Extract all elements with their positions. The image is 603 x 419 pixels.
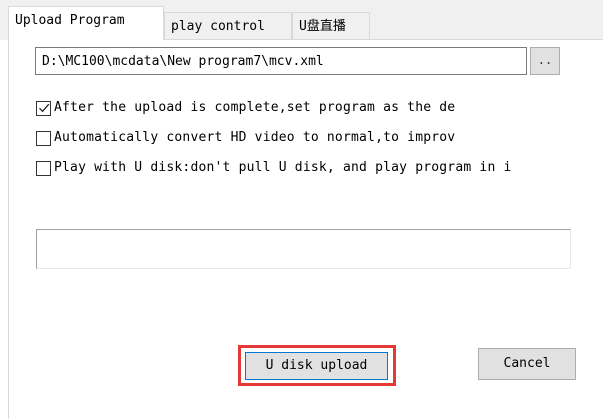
tab-play-control[interactable]: play control xyxy=(164,12,292,40)
highlight-frame: U disk upload xyxy=(238,345,396,386)
program-path-input[interactable] xyxy=(35,47,527,75)
play-u-disk-checkbox[interactable] xyxy=(36,160,51,176)
tab-u-disk-live[interactable]: U盘直播 xyxy=(292,12,370,40)
browse-button[interactable]: .. xyxy=(530,47,560,75)
option-label: After the upload is complete,set program… xyxy=(54,100,456,115)
u-disk-upload-button[interactable]: U disk upload xyxy=(245,352,388,380)
checkmark-icon xyxy=(39,103,50,112)
cancel-button[interactable]: Cancel xyxy=(478,348,576,380)
option-convert-hd-video[interactable]: Automatically convert HD video to normal… xyxy=(36,128,566,148)
option-set-default-program[interactable]: After the upload is complete,set program… xyxy=(36,98,566,118)
tab-upload-program[interactable]: Upload Program xyxy=(8,6,164,40)
upload-dialog: Upload Program play control U盘直播 .. Afte… xyxy=(0,0,603,419)
option-play-with-u-disk[interactable]: Play with U disk:don't pull U disk, and … xyxy=(36,158,603,178)
upload-progress-bar xyxy=(36,229,571,269)
tab-bar: Upload Program play control U盘直播 xyxy=(0,0,603,40)
option-label: Play with U disk:don't pull U disk, and … xyxy=(54,160,512,175)
set-default-checkbox[interactable] xyxy=(36,100,51,116)
convert-hd-checkbox[interactable] xyxy=(36,130,51,146)
option-label: Automatically convert HD video to normal… xyxy=(54,130,456,145)
